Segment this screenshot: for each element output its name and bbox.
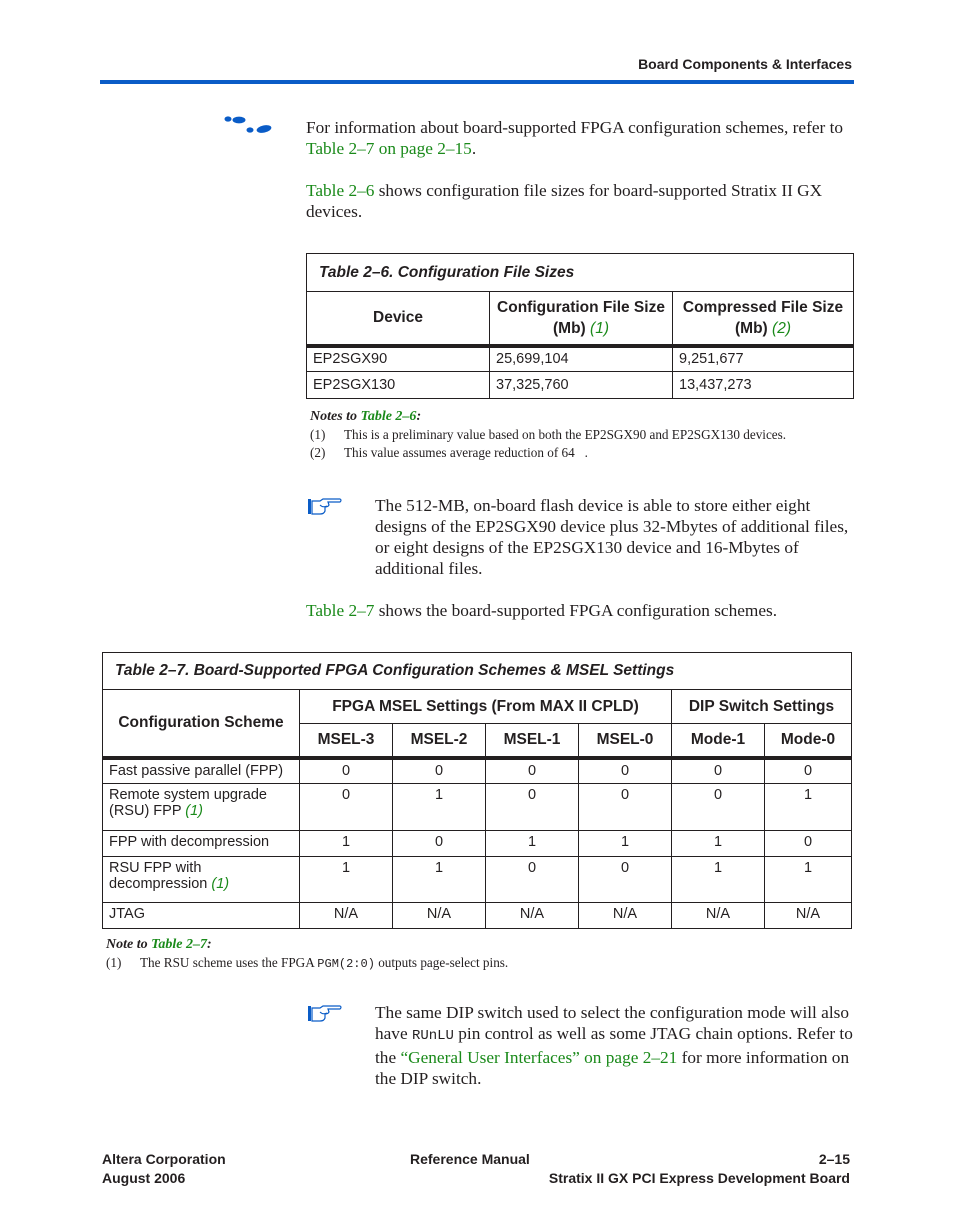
- setting-cell: N/A: [764, 902, 852, 929]
- footnote-ref[interactable]: (1): [185, 803, 203, 819]
- pointing-hand-icon: [308, 498, 342, 515]
- setting-cell: N/A: [671, 902, 765, 929]
- setting-cell: N/A: [299, 902, 393, 929]
- table-row: JTAG N/A N/A N/A N/A N/A N/A: [102, 902, 852, 929]
- column-header-device: Device: [306, 291, 490, 348]
- code-pgm: PGM(2:0): [317, 957, 375, 971]
- setting-cell: 0: [485, 783, 579, 831]
- setting-cell: 0: [578, 783, 672, 831]
- setting-cell: 0: [578, 757, 672, 784]
- note-item: (1) This is a preliminary value based on …: [310, 427, 787, 442]
- table-2-7-intro: Table 2–7 shows the board-supported FPGA…: [306, 601, 778, 620]
- footer-company: Altera Corporation: [102, 1151, 226, 1167]
- setting-cell: 0: [764, 757, 852, 784]
- link-general-user-interfaces[interactable]: “General User Interfaces” on page 2–21: [400, 1048, 677, 1067]
- header-rule: [100, 80, 854, 84]
- table-row: RSU FPP with decompression (1) 1 1 0 0 1 1: [102, 856, 852, 903]
- setting-cell: 0: [485, 856, 579, 903]
- footnote-ref-1[interactable]: (1): [590, 320, 609, 337]
- table-2-6: Table 2–6. Configuration File Sizes Devi…: [306, 253, 854, 399]
- setting-cell: 0: [764, 830, 852, 857]
- setting-cell: 1: [671, 856, 765, 903]
- footer-page-number: 2–15: [818, 1151, 850, 1167]
- column-group-dip: DIP Switch Settings: [671, 689, 852, 724]
- intro-paragraph-1: For information about board-supported FP…: [306, 118, 844, 158]
- column-header-mode-1: Mode-1: [671, 723, 765, 760]
- note-item: (2) This value assumes average reduction …: [310, 445, 588, 460]
- setting-cell: N/A: [485, 902, 579, 929]
- notes-title: Note to Table 2–7:: [106, 937, 212, 952]
- scheme-cell: Remote system upgrade (RSU) FPP (1): [102, 783, 300, 831]
- setting-cell: 1: [578, 830, 672, 857]
- flash-note: The 512-MB, on-board flash device is abl…: [375, 496, 849, 578]
- footer-manual: Reference Manual: [410, 1151, 530, 1167]
- column-header-config-size: Configuration File Size (Mb) (1): [489, 291, 673, 348]
- table-row: Remote system upgrade (RSU) FPP (1) 0 1 0 0 0…: [102, 783, 852, 831]
- table-caption: Table 2–7. Board-Supported FPGA Configur…: [102, 652, 852, 690]
- intro-paragraph-2: Table 2–6 shows configuration file sizes…: [306, 181, 823, 221]
- setting-cell: 1: [764, 856, 852, 903]
- code-runlu: RUnLU: [411, 1028, 454, 1044]
- footer-left: Altera Corporation August 2006: [102, 1150, 226, 1188]
- setting-cell: 0: [671, 757, 765, 784]
- setting-cell: 1: [299, 856, 393, 903]
- column-header-compressed-size: Compressed File Size (Mb) (2): [672, 291, 854, 348]
- pointing-hand-icon: [308, 1005, 342, 1022]
- column-header-mode-0: Mode-0: [764, 723, 852, 760]
- table-2-7: Table 2–7. Board-Supported FPGA Configur…: [102, 652, 852, 929]
- scheme-cell: FPP with decompression: [102, 830, 300, 857]
- table-2-6-notes: Notes to Table 2–6: (1) This is a prelimi…: [310, 408, 855, 462]
- running-header: Board Components & Interfaces: [638, 56, 852, 72]
- setting-cell: 0: [392, 757, 486, 784]
- table-row: EP2SGX130 37,325,760 13,437,273: [306, 371, 854, 399]
- setting-cell: 1: [764, 783, 852, 831]
- notes-title: Notes to Table 2–6:: [310, 409, 422, 424]
- footer-right: 2–15 Stratix II GX PCI Express Developme…: [549, 1150, 850, 1188]
- setting-cell: 0: [671, 783, 765, 831]
- column-header-msel-2: MSEL-2: [392, 723, 486, 760]
- setting-cell: 1: [299, 830, 393, 857]
- link-table-2-7-page[interactable]: Table 2–7 on page 2–15: [306, 139, 472, 158]
- link-table-2-6-notes[interactable]: Table 2–6: [361, 409, 417, 424]
- setting-cell: 0: [485, 757, 579, 784]
- setting-cell: 1: [392, 856, 486, 903]
- column-header-scheme: Configuration Scheme: [102, 689, 300, 760]
- column-group-msel: FPGA MSEL Settings (From MAX II CPLD): [299, 689, 672, 724]
- table-2-7-notes: Note to Table 2–7: (1) The RSU scheme use…: [106, 936, 851, 973]
- link-table-2-7[interactable]: Table 2–7: [306, 601, 374, 620]
- link-table-2-6[interactable]: Table 2–6: [306, 181, 374, 200]
- setting-cell: N/A: [578, 902, 672, 929]
- setting-cell: 1: [485, 830, 579, 857]
- setting-cell: 0: [392, 830, 486, 857]
- link-table-2-7-notes[interactable]: Table 2–7: [151, 937, 207, 952]
- setting-cell: 0: [299, 757, 393, 784]
- footsteps-icon: [224, 116, 272, 133]
- scheme-cell: RSU FPP with decompression (1): [102, 856, 300, 903]
- table-caption: Table 2–6. Configuration File Sizes: [306, 253, 854, 292]
- setting-cell: 0: [578, 856, 672, 903]
- column-header-msel-1: MSEL-1: [485, 723, 579, 760]
- dip-switch-note: The same DIP switch used to select the c…: [375, 1003, 853, 1088]
- footnote-ref-2[interactable]: (2): [772, 320, 791, 337]
- table-row: FPP with decompression 1 0 1 1 1 0: [102, 830, 852, 857]
- column-header-msel-3: MSEL-3: [299, 723, 393, 760]
- footnote-ref[interactable]: (1): [211, 876, 229, 892]
- setting-cell: N/A: [392, 902, 486, 929]
- setting-cell: 1: [392, 783, 486, 831]
- scheme-cell: Fast passive parallel (FPP): [102, 757, 300, 784]
- setting-cell: 0: [299, 783, 393, 831]
- note-item: (1) The RSU scheme uses the FPGA PGM(2:0)…: [106, 955, 509, 971]
- footer-product: Stratix II GX PCI Express Development Bo…: [548, 1170, 850, 1186]
- scheme-cell: JTAG: [102, 902, 300, 929]
- column-header-msel-0: MSEL-0: [578, 723, 672, 760]
- table-row: EP2SGX90 25,699,104 9,251,677: [306, 345, 854, 372]
- setting-cell: 1: [671, 830, 765, 857]
- table-row: Fast passive parallel (FPP) 0 0 0 0 0 0: [102, 757, 852, 784]
- footer-date: August 2006: [102, 1170, 186, 1186]
